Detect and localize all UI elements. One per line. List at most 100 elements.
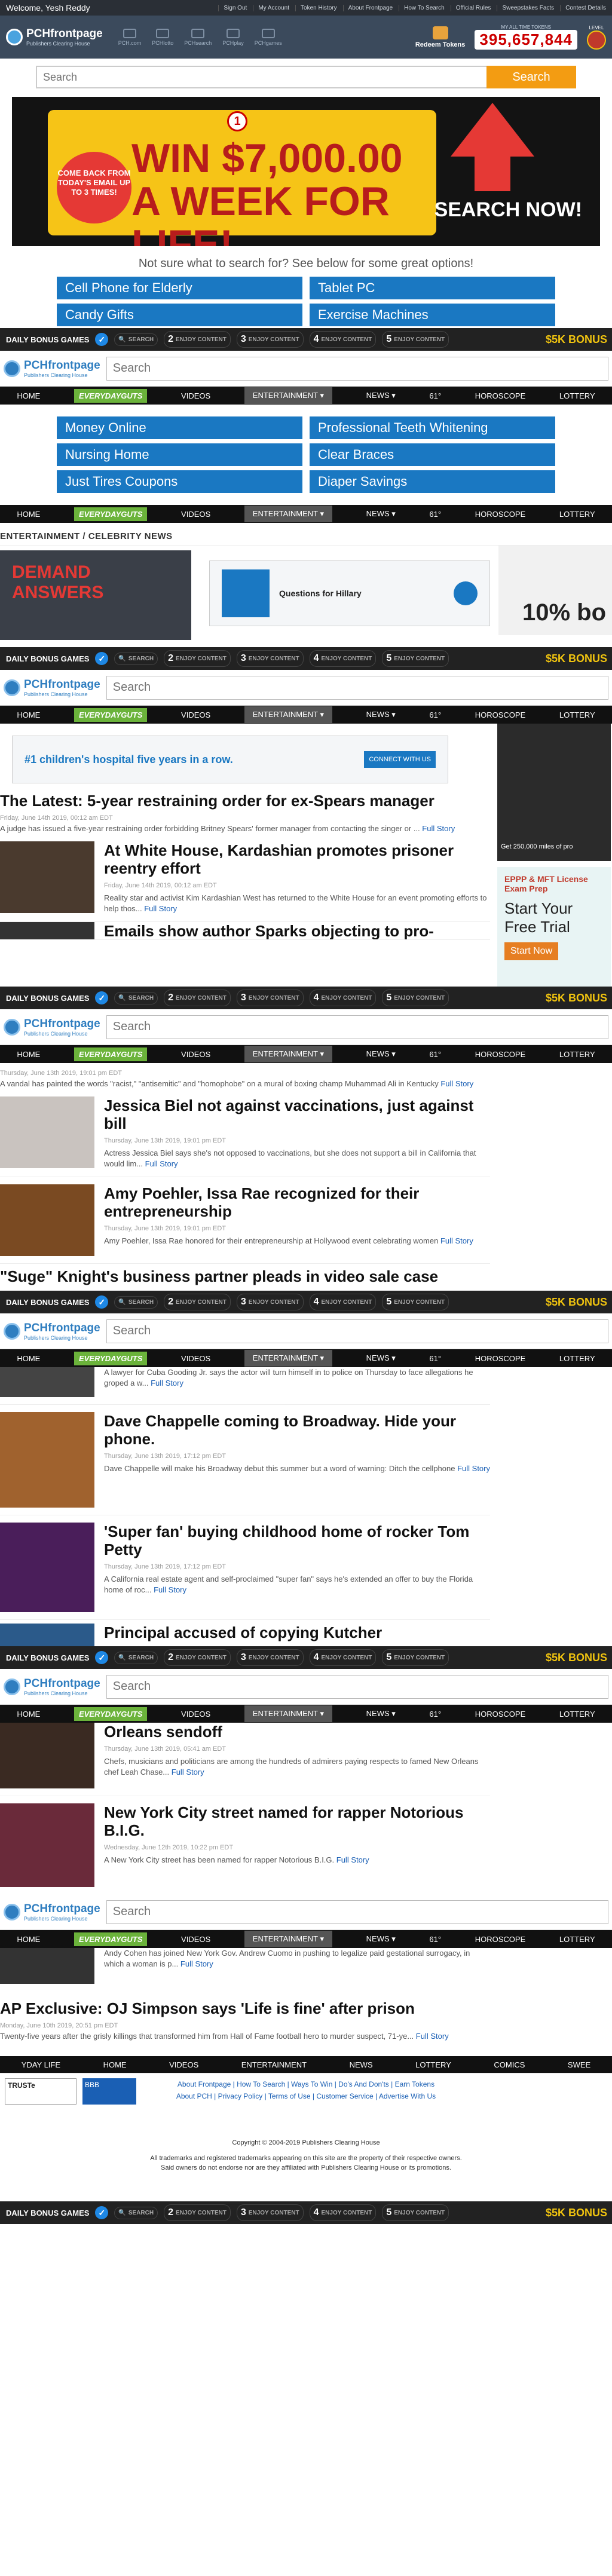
story-card: Andy Cohen has joined New York Gov. Andr… [0, 1948, 490, 1991]
top-link[interactable]: Token History [295, 4, 337, 11]
menu-news[interactable]: NEWS ▾ [366, 509, 396, 519]
nav-search[interactable]: PCHsearch [184, 28, 212, 46]
frontpage-search-input[interactable] [106, 1319, 608, 1343]
menu-everydayguts[interactable]: EVERYDAYGUTS [74, 388, 148, 403]
frontpage-search-input[interactable] [106, 1674, 608, 1699]
top-link[interactable]: My Account [253, 4, 289, 11]
menu-news[interactable]: NEWS ▾ [366, 391, 396, 400]
nav-lotto[interactable]: PCHlotto [152, 28, 173, 46]
frontpage-logo[interactable]: PCHfrontpage Publishers Clearing House [4, 359, 100, 378]
menu-horoscope[interactable]: HOROSCOPE [475, 391, 526, 400]
logo-mark-icon [6, 29, 23, 45]
frontpage-header: PCHfrontpage Publishers Clearing House [0, 1313, 612, 1349]
story-image[interactable] [0, 1803, 94, 1887]
menu-entertainment[interactable]: ENTERTAINMENT ▾ [244, 387, 332, 404]
bonus-step[interactable]: 5 ENJOY CONTENT [382, 331, 449, 348]
frontpage-search-input[interactable] [106, 675, 608, 700]
menu-videos[interactable]: VIDEOS [181, 391, 210, 400]
menu-home[interactable]: HOME [17, 510, 40, 519]
bbb-badge[interactable]: BBB [82, 2078, 136, 2105]
frontpage-header: PCHfrontpage Publishers Clearing House [0, 1009, 612, 1045]
search-button[interactable]: Search [486, 66, 576, 88]
weather-temp[interactable]: 61° [429, 391, 441, 400]
suggestion-item[interactable]: Professional Teeth Whitening [310, 416, 555, 439]
top-bar: Welcome, Yesh Reddy Sign Out My Account … [0, 0, 612, 16]
bonus-step[interactable]: 3 ENJOY CONTENT [236, 650, 304, 667]
suggestion-item[interactable]: Exercise Machines [310, 304, 555, 326]
story-card: Jessica Biel not against vaccinations, j… [0, 1089, 490, 1177]
daily-bonus-bar: DAILY BONUS GAMES ✓ 🔍 SEARCH 2 ENJOY CONT… [0, 328, 612, 351]
story-image[interactable] [0, 1184, 94, 1256]
menu-lottery[interactable]: LOTTERY [559, 510, 595, 519]
bonus-step[interactable]: 4 ENJOY CONTENT [309, 650, 377, 667]
full-story-link[interactable]: Full Story [422, 824, 455, 833]
story-image[interactable] [0, 1723, 94, 1788]
level-icon [587, 30, 606, 50]
suggestion-item[interactable]: Diaper Savings [310, 470, 555, 493]
menu-home[interactable]: HOME [17, 391, 40, 400]
bonus-step[interactable]: 🔍 SEARCH [114, 333, 158, 346]
menu-videos[interactable]: VIDEOS [181, 510, 210, 519]
nav-games[interactable]: PCHgames [255, 28, 282, 46]
suggestion-item[interactable]: Tablet PC [310, 277, 555, 299]
side-ad[interactable]: EPPP & MFT License Exam Prep Start Your … [497, 867, 611, 987]
weather-temp[interactable]: 61° [429, 510, 441, 519]
bonus-step[interactable]: 4 ENJOY CONTENT [309, 331, 377, 348]
suggestion-item[interactable]: Clear Braces [310, 443, 555, 466]
story-image[interactable] [0, 1412, 94, 1508]
suggestion-item[interactable]: Just Tires Coupons [57, 470, 302, 493]
menu-entertainment[interactable]: ENTERTAINMENT ▾ [244, 506, 332, 522]
menu-lottery[interactable]: LOTTERY [559, 391, 595, 400]
bonus-step[interactable]: 2 ENJOY CONTENT [164, 331, 231, 348]
ad-image[interactable]: DEMAND ANSWERS [0, 550, 191, 640]
side-ad[interactable]: Get 250,000 miles of pro [497, 724, 611, 861]
menu-everydayguts[interactable]: EVERYDAYGUTS [74, 507, 148, 521]
ad-banner[interactable]: #1 children's hospital five years in a r… [12, 736, 448, 783]
frontpage-header: PCHfrontpage Publishers Clearing House [0, 1894, 612, 1930]
level-badge[interactable]: LEVEL [587, 25, 606, 50]
bonus-step[interactable]: 3 ENJOY CONTENT [236, 331, 304, 348]
story-image[interactable] [0, 841, 94, 913]
nav-play[interactable]: PCHplay [222, 28, 244, 46]
frontpage-search-input[interactable] [106, 1900, 608, 1924]
story-card: New York City street named for rapper No… [0, 1796, 490, 1894]
top-link[interactable]: How To Search [399, 4, 445, 11]
story-title[interactable]: At White House, Kardashian promotes pris… [104, 841, 490, 877]
story-image[interactable] [0, 1096, 94, 1168]
menu-horoscope[interactable]: HOROSCOPE [475, 510, 526, 519]
suggestion-item[interactable]: Cell Phone for Elderly [57, 277, 302, 299]
truste-badge[interactable]: TRUSTe [5, 2078, 76, 2105]
top-link[interactable]: About Frontpage [342, 4, 393, 11]
side-ad[interactable]: 10% bo [498, 546, 612, 635]
ad-banner[interactable]: Questions for Hillary [209, 560, 490, 626]
promo-banner[interactable]: 1 COME BACK FROM TODAY'S EMAIL UP TO 3 T… [12, 97, 600, 246]
check-icon: ✓ [95, 1651, 109, 1664]
nav-pch[interactable]: PCH.com [118, 28, 141, 46]
check-icon: ✓ [95, 1295, 109, 1309]
section-title: ENTERTAINMENT / CELEBRITY NEWS [0, 523, 612, 546]
pch-logo[interactable]: PCHfrontpage Publishers Clearing House [6, 27, 103, 47]
frontpage-search-input[interactable] [106, 1015, 608, 1039]
search-input[interactable] [36, 66, 486, 88]
suggestion-item[interactable]: Candy Gifts [57, 304, 302, 326]
story-title[interactable]: The Latest: 5-year restraining order for… [0, 792, 490, 810]
top-link[interactable]: Sign Out [218, 4, 247, 11]
bonus-step[interactable]: 5 ENJOY CONTENT [382, 650, 449, 667]
suggestion-item[interactable]: Nursing Home [57, 443, 302, 466]
story-image[interactable] [0, 1523, 94, 1612]
main-menu: HOME EVERYDAYGUTS VIDEOS ENTERTAINMENT ▾… [0, 387, 612, 405]
top-link[interactable]: Contest Details [560, 4, 606, 11]
logo-title: PCHfrontpage [26, 27, 103, 40]
pch-icon [123, 28, 136, 38]
top-link[interactable]: Official Rules [450, 4, 491, 11]
check-icon: ✓ [95, 2206, 109, 2219]
top-link[interactable]: Sweepstakes Facts [497, 4, 554, 11]
suggestion-item[interactable]: Money Online [57, 416, 302, 439]
redeem-tokens-button[interactable]: Redeem Tokens [415, 26, 465, 48]
bonus-step[interactable]: 2 ENJOY CONTENT [164, 650, 231, 667]
promo-ticket: 1 COME BACK FROM TODAY'S EMAIL UP TO 3 T… [48, 110, 436, 246]
frontpage-search-input[interactable] [106, 356, 608, 381]
promo-cta[interactable]: SEARCH NOW! [434, 198, 582, 222]
footer: TRUSTe BBB About Frontpage | How To Sear… [0, 2073, 612, 2201]
bonus-step[interactable]: 🔍 SEARCH [114, 652, 158, 665]
